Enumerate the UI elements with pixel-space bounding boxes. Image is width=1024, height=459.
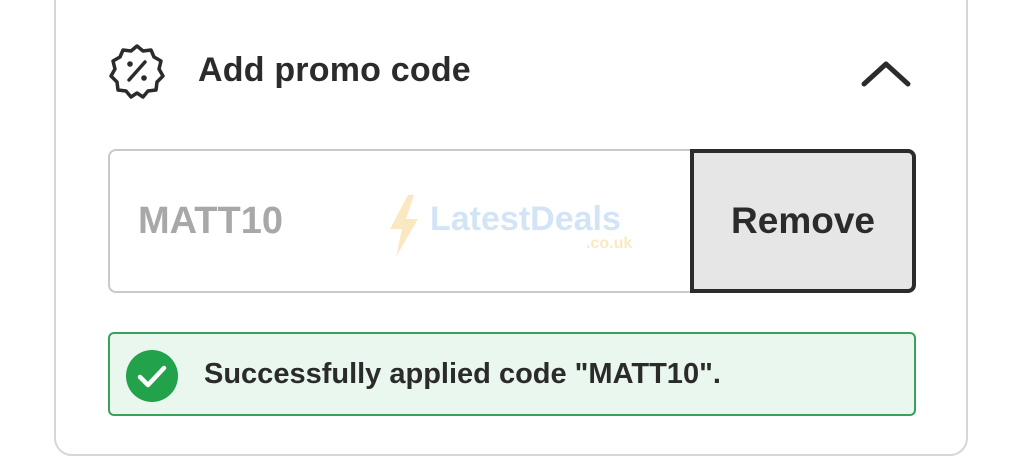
promo-header[interactable]: Add promo code: [108, 42, 916, 102]
chevron-up-icon[interactable]: [856, 52, 916, 92]
success-message: Successfully applied code "MATT10".: [204, 358, 721, 390]
discount-badge-icon: [109, 44, 165, 99]
promo-success-banner: Successfully applied code "MATT10".: [108, 332, 916, 416]
remove-promo-button[interactable]: Remove: [690, 149, 916, 293]
promo-code-input[interactable]: [108, 149, 694, 293]
promo-input-row: LatestDeals .co.uk Remove: [108, 149, 916, 293]
promo-section-title: Add promo code: [198, 51, 471, 89]
check-circle-icon: [126, 350, 178, 402]
